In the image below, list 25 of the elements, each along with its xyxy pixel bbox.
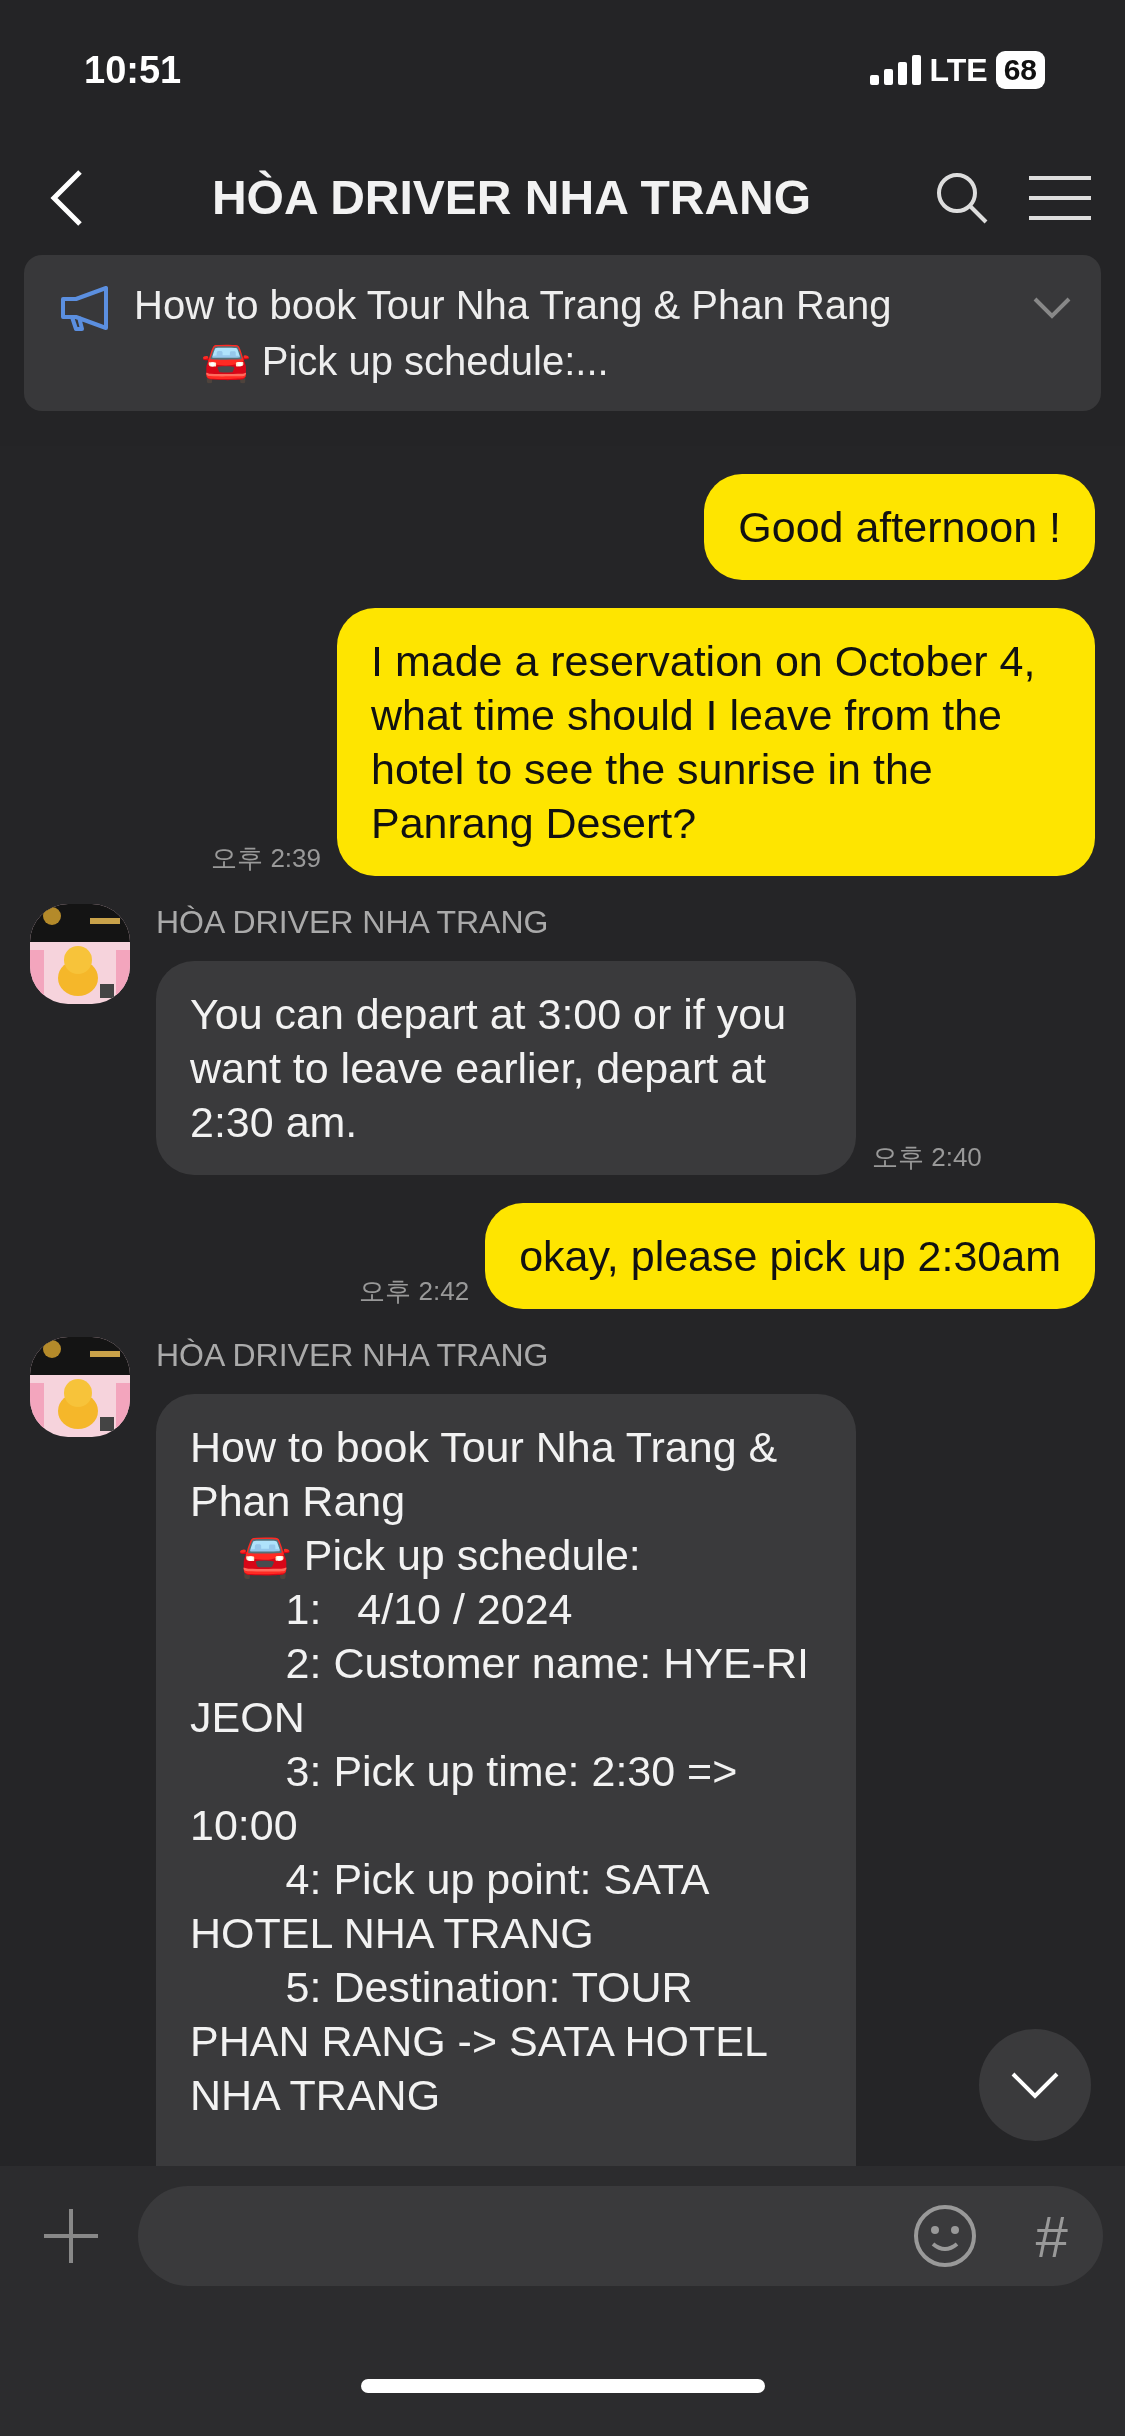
- notice-text: How to book Tour Nha Trang & Phan Rang 🚘 Pick up schedule:...: [134, 282, 893, 385]
- sent-message: I made a reservation on October 4, what time should I leave from the hotel to see the sunrise in the Panrang Desert?: [337, 608, 1095, 876]
- chevron-down-icon[interactable]: [1033, 297, 1071, 319]
- message-time: 오후 2:42: [359, 1275, 470, 1308]
- emoji-icon[interactable]: [912, 2204, 977, 2268]
- plus-icon[interactable]: [44, 2209, 98, 2263]
- message-input[interactable]: #: [138, 2186, 1103, 2286]
- search-icon[interactable]: [935, 170, 989, 225]
- sender-name: HÒA DRIVER NHA TRANG: [156, 904, 550, 941]
- sent-message: okay, please pick up 2:30am: [485, 1203, 1095, 1309]
- message-time: 오후 2:40: [872, 1141, 982, 1174]
- hashtag-button[interactable]: #: [1034, 2202, 1067, 2270]
- sent-message: Good afternoon !: [704, 474, 1095, 580]
- message-time: 오후 2:39: [211, 842, 321, 875]
- notice-banner[interactable]: How to book Tour Nha Trang & Phan Rang 🚘 Pick up schedule:...: [24, 255, 1101, 411]
- received-message: How to book Tour Nha Trang & Phan Rang 🚘 Pick up schedule: 1: 4/10 / 2024 2: Customer name: HYE-RI JEON 3: Pick up time: 2:30 => 10:00 4: Pick up point: SATA HOTEL NHA TRANG 5: Destination: TOUR PHAN RANG -> SATA HOTEL NHA TRANG: [156, 1394, 856, 2166]
- signal-icon: [869, 55, 922, 85]
- menu-icon[interactable]: [1029, 174, 1091, 221]
- received-message: You can depart at 3:00 or if you want to leave earlier, depart at 2:30 am.: [156, 961, 856, 1175]
- network-label: LTE: [929, 51, 988, 89]
- chat-title: HÒA DRIVER NHA TRANG: [210, 170, 813, 225]
- status-time: 10:51: [84, 48, 182, 92]
- sender-name: HÒA DRIVER NHA TRANG: [156, 1337, 550, 1374]
- battery-indicator: 68: [995, 51, 1045, 89]
- chevron-down-icon: [1010, 2071, 1060, 2099]
